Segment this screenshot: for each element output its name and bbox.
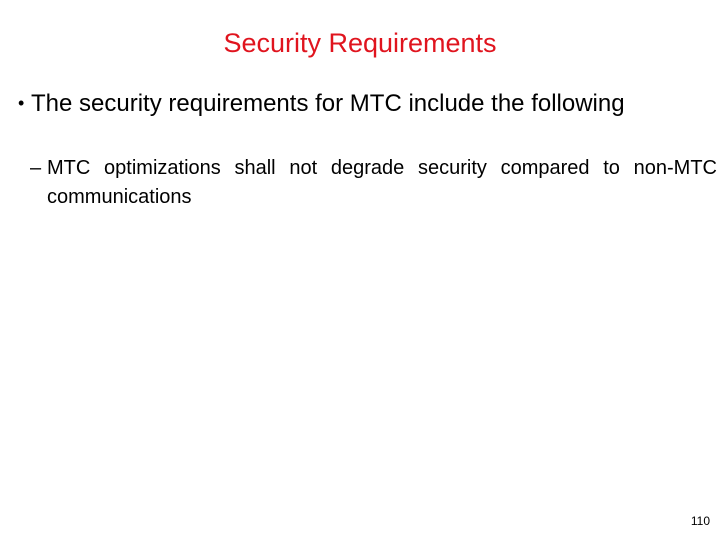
page-number: 110 — [690, 514, 710, 528]
bullet-dot-icon: • — [18, 93, 25, 113]
slide: Security Requirements • The security requ… — [0, 0, 720, 540]
bullet-dash-icon: – — [30, 157, 42, 179]
bullet-level-1: • The security requirements for MTC inclu… — [18, 88, 713, 119]
bullet-level-2: – MTC optimizations shall not degrade sec… — [30, 154, 717, 212]
sub-bullet-text: MTC optimizations shall not degrade secu… — [47, 157, 717, 208]
slide-title: Security Requirements — [223, 28, 497, 58]
bullet-text: The security requirements for MTC includ… — [31, 90, 625, 117]
